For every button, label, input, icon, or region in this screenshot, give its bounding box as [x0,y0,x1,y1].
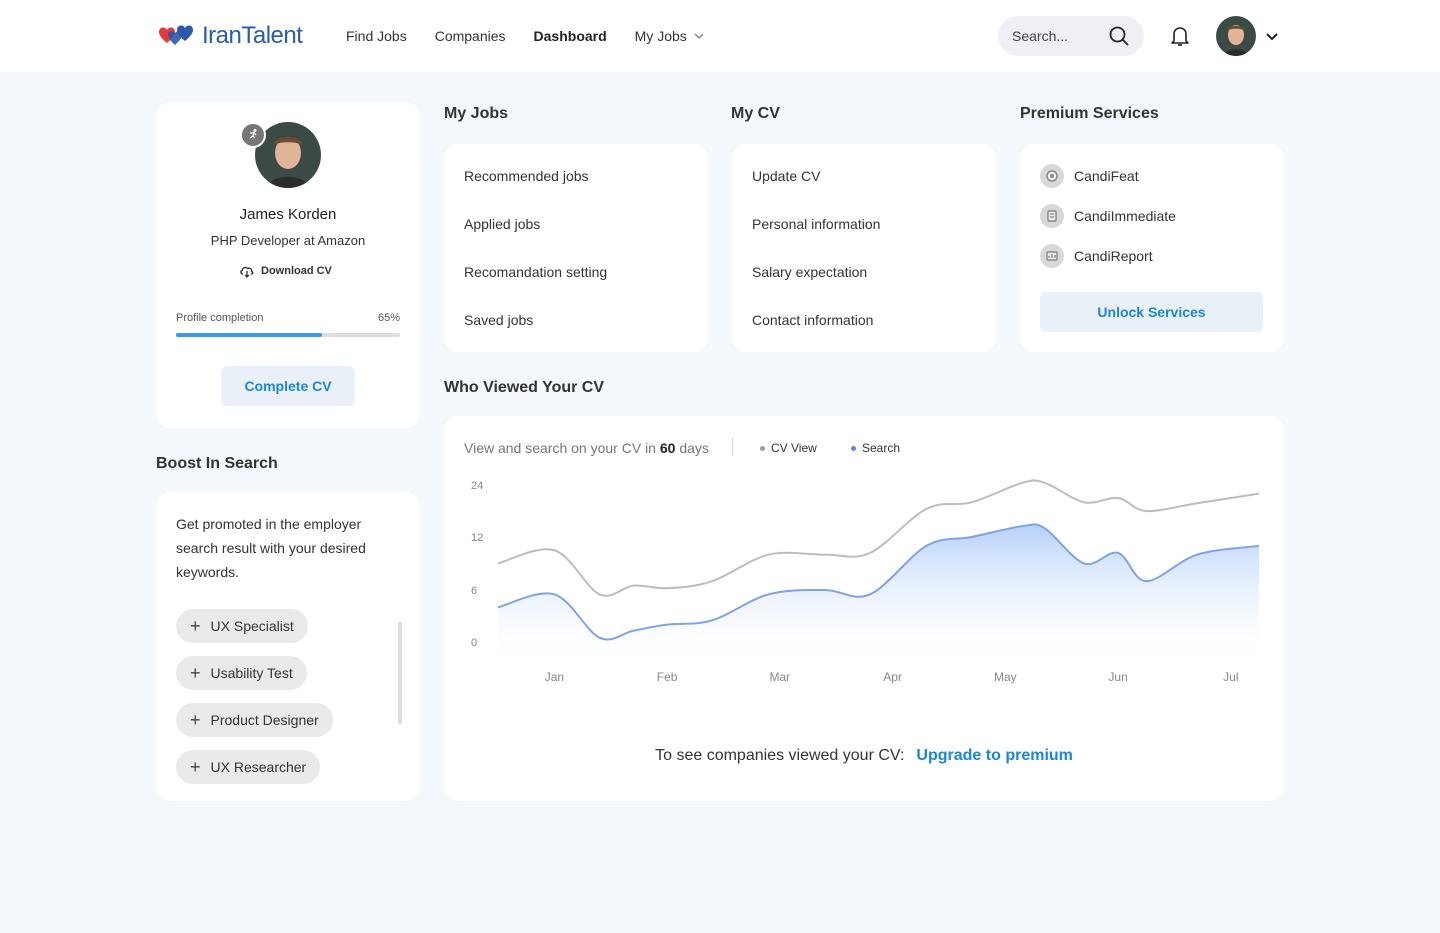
search-series-area [498,524,1259,668]
x-tick-label: Apr [883,670,902,684]
my-jobs-card: Recommended jobs Applied jobs Recomandat… [444,144,708,352]
running-person-badge-icon [240,122,266,148]
my-cv-item-personal[interactable]: Personal information [752,216,880,232]
profile-card: James Korden PHP Developer at Amazon Dow… [156,102,420,428]
header-search [998,16,1144,56]
my-jobs-item-recommendation-setting[interactable]: Recomandation setting [464,264,607,280]
my-cv-card: Update CV Personal information Salary ex… [732,144,996,352]
x-tick-label: Mar [770,670,791,684]
premium-item-candiimmediate[interactable]: CandiImmediate [1040,204,1176,228]
y-tick-label: 12 [471,532,483,544]
plus-icon: + [190,663,201,683]
keyword-tag-label: UX Researcher [210,759,307,775]
plus-icon: + [190,616,201,636]
nav-dashboard[interactable]: Dashboard [534,28,607,44]
premium-item-candireport[interactable]: CandiReport [1040,244,1153,268]
boost-title: Boost In Search [156,455,278,472]
x-tick-label: Feb [657,670,678,684]
y-tick-label: 6 [471,585,477,597]
top-bar: IranTalent Find Jobs Companies Dashboard… [0,0,1440,72]
profile-role: PHP Developer at Amazon [210,233,366,248]
keyword-tag-ux-specialist[interactable]: + UX Specialist [176,609,308,643]
candireport-icon [1040,244,1064,268]
keyword-tag-label: UX Specialist [210,618,294,634]
keyword-tag-usability-test[interactable]: + Usability Test [176,656,307,690]
nav-my-jobs[interactable]: My Jobs [635,28,705,44]
chevron-down-icon [694,33,704,40]
profile-name: James Korden [239,206,337,223]
boost-card: Get promoted in the employer search resu… [156,492,420,801]
my-jobs-title: My Jobs [444,105,509,122]
who-viewed-card: View and search on your CV in 60 days CV… [444,416,1284,801]
my-cv-item-contact[interactable]: Contact information [752,312,873,328]
keyword-tag-ux-researcher[interactable]: + UX Researcher [176,750,321,784]
premium-item-label: CandiImmediate [1074,208,1176,224]
upgrade-premium-link[interactable]: Upgrade to premium [916,747,1072,764]
completion-progress-fill [176,333,322,337]
completion-label: Profile completion [176,312,264,324]
download-cv-link[interactable]: Download CV [239,264,332,278]
nav-my-jobs-label: My Jobs [634,28,687,44]
upgrade-text: To see companies viewed your CV: [655,747,905,764]
brand-name: IranTalent [202,22,303,49]
candifeat-icon [1040,164,1064,188]
premium-item-label: CandiReport [1074,248,1153,264]
premium-item-candifeat[interactable]: CandiFeat [1040,164,1139,188]
nav-companies[interactable]: Companies [435,28,506,44]
user-avatar[interactable] [1216,16,1256,56]
completion-value: 65% [377,312,400,324]
candiimmediate-icon [1040,204,1064,228]
cloud-download-icon [240,266,254,278]
plus-icon: + [190,757,201,777]
unlock-services-button[interactable]: Unlock Services [1040,292,1263,332]
premium-card: CandiFeat CandiImmediate CandiReport Unl… [1020,144,1284,352]
x-tick-label: May [994,670,1017,684]
search-icon[interactable] [1108,25,1130,47]
cv-views-chart: 0 6 12 24 Jan Feb Mar Apr May Jun Jul [471,479,1260,684]
x-tick-label: Jul [1223,670,1238,684]
logo-hearts-icon [159,25,193,45]
boost-scrollbar[interactable] [398,622,402,724]
bell-icon[interactable] [1168,24,1192,48]
premium-item-label: CandiFeat [1074,168,1139,184]
keyword-tag-label: Usability Test [210,665,293,681]
complete-cv-button[interactable]: Complete CV [221,366,355,406]
plus-icon: + [190,710,201,730]
my-jobs-item-applied[interactable]: Applied jobs [464,216,540,232]
x-tick-label: Jan [545,670,564,684]
boost-description: Get promoted in the employer search resu… [176,516,366,580]
account-chevron-down-icon[interactable] [1264,28,1280,44]
completion-progress-bar [176,333,400,337]
main-nav: Find Jobs Companies Dashboard My Jobs [346,0,733,72]
my-cv-item-update[interactable]: Update CV [752,168,820,184]
my-cv-title: My CV [731,105,780,122]
premium-title: Premium Services [1020,105,1159,122]
brand-logo[interactable]: IranTalent [156,22,303,50]
search-input[interactable] [1012,28,1102,44]
y-tick-label: 24 [471,480,483,492]
keyword-tag-label: Product Designer [210,712,319,728]
avatar-portrait-icon [1216,16,1256,56]
cv-view-series-line [497,479,1260,597]
upgrade-row: To see companies viewed your CV: Upgrade … [444,747,1284,765]
download-cv-label: Download CV [261,265,332,277]
my-jobs-item-saved[interactable]: Saved jobs [464,312,533,328]
keyword-tag-product-designer[interactable]: + Product Designer [176,703,333,737]
my-jobs-item-recommended[interactable]: Recommended jobs [464,168,589,184]
who-viewed-title: Who Viewed Your CV [444,379,605,396]
x-tick-label: Jun [1108,670,1127,684]
y-tick-label: 0 [471,637,477,649]
my-cv-item-salary[interactable]: Salary expectation [752,264,867,280]
nav-find-jobs[interactable]: Find Jobs [346,28,407,44]
